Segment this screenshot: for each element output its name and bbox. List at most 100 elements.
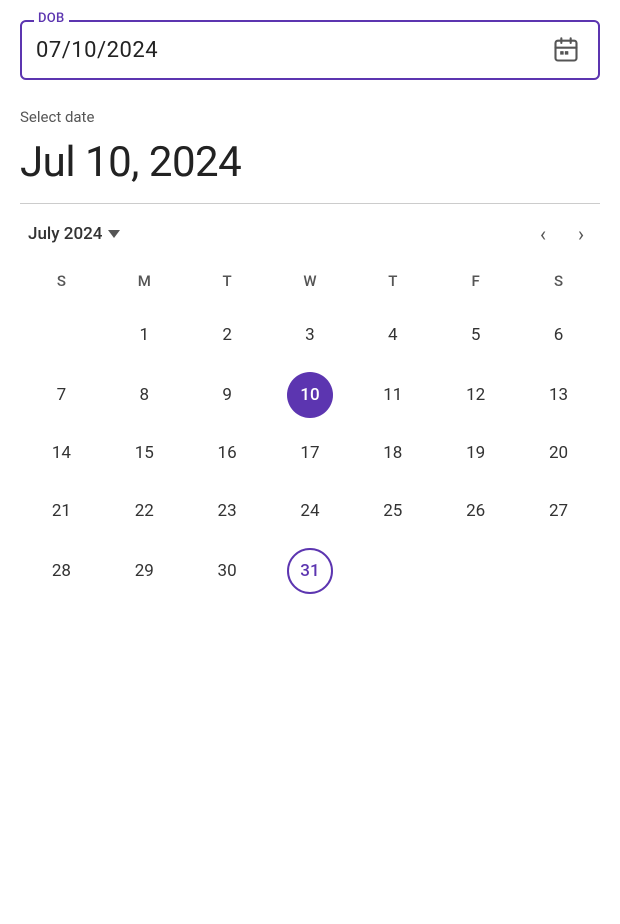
- calendar-icon-button[interactable]: [548, 32, 584, 68]
- calendar-day-cell: 8: [103, 366, 186, 424]
- weekday-wed: W: [269, 268, 352, 304]
- weekday-tue: T: [186, 268, 269, 304]
- day-empty: [453, 546, 499, 592]
- day-button[interactable]: 24: [287, 488, 333, 534]
- calendar-week-row: 21 22 23 24 25 26 27: [20, 482, 600, 540]
- calendar-day-cell: 27: [517, 482, 600, 540]
- day-button[interactable]: 30: [204, 548, 250, 594]
- calendar-day-cell: 23: [186, 482, 269, 540]
- day-button[interactable]: 27: [536, 488, 582, 534]
- calendar-day-cell: 4: [351, 304, 434, 366]
- day-empty: [370, 546, 416, 592]
- day-button[interactable]: 29: [121, 548, 167, 594]
- calendar-day-cell: 24: [269, 482, 352, 540]
- day-button[interactable]: 4: [370, 312, 416, 358]
- day-button[interactable]: 23: [204, 488, 250, 534]
- day-button[interactable]: 3: [287, 312, 333, 358]
- day-button[interactable]: 31: [287, 548, 333, 594]
- calendar-body: 1234567891011121314151617181920212223242…: [20, 304, 600, 602]
- calendar-day-cell: 22: [103, 482, 186, 540]
- nav-arrows: ‹ ›: [532, 220, 592, 248]
- calendar-day-cell: 18: [351, 424, 434, 482]
- day-button[interactable]: 20: [536, 430, 582, 476]
- calendar-day-cell: 11: [351, 366, 434, 424]
- calendar-day-cell: 19: [434, 424, 517, 482]
- calendar-day-cell: 30: [186, 540, 269, 602]
- dob-value: 07/10/2024: [36, 38, 158, 63]
- weekday-thu: T: [351, 268, 434, 304]
- calendar-icon: [552, 36, 580, 64]
- day-button[interactable]: 22: [121, 488, 167, 534]
- day-button[interactable]: 12: [453, 372, 499, 418]
- calendar-day-cell: 1: [103, 304, 186, 366]
- calendar-day-cell: 10: [269, 366, 352, 424]
- day-button[interactable]: 18: [370, 430, 416, 476]
- month-dropdown-button[interactable]: July 2024: [28, 224, 120, 244]
- date-picker: Select date Jul 10, 2024 July 2024 ‹ › S…: [20, 108, 600, 602]
- day-empty: [38, 310, 84, 356]
- calendar-day-cell: 29: [103, 540, 186, 602]
- calendar-day-cell: 26: [434, 482, 517, 540]
- day-button[interactable]: 10: [287, 372, 333, 418]
- day-button[interactable]: 7: [38, 372, 84, 418]
- select-date-label: Select date: [20, 108, 600, 126]
- calendar-week-row: 28 29 30 31: [20, 540, 600, 602]
- calendar-day-cell: 12: [434, 366, 517, 424]
- dob-field-container: DOB 07/10/2024: [20, 20, 600, 80]
- calendar-day-cell: 31: [269, 540, 352, 602]
- day-button[interactable]: 9: [204, 372, 250, 418]
- weekday-sat: S: [517, 268, 600, 304]
- calendar-day-cell: 28: [20, 540, 103, 602]
- day-button[interactable]: 16: [204, 430, 250, 476]
- selected-date-display: Jul 10, 2024: [20, 138, 600, 187]
- calendar-day-cell: 13: [517, 366, 600, 424]
- calendar-day-cell: 14: [20, 424, 103, 482]
- weekday-mon: M: [103, 268, 186, 304]
- dob-label: DOB: [34, 11, 69, 26]
- calendar-grid: S M T W T F S 12345678910111213141516171…: [20, 268, 600, 602]
- dob-input-row: 07/10/2024: [36, 32, 584, 68]
- prev-month-button[interactable]: ‹: [532, 220, 554, 248]
- calendar-day-cell: 20: [517, 424, 600, 482]
- chevron-down-icon: [108, 230, 120, 238]
- day-button[interactable]: 14: [38, 430, 84, 476]
- day-button[interactable]: 2: [204, 312, 250, 358]
- day-button[interactable]: 25: [370, 488, 416, 534]
- day-button[interactable]: 19: [453, 430, 499, 476]
- day-button[interactable]: 6: [536, 312, 582, 358]
- next-month-button[interactable]: ›: [570, 220, 592, 248]
- calendar-day-cell: 16: [186, 424, 269, 482]
- day-button[interactable]: 13: [536, 372, 582, 418]
- calendar-day-cell: 17: [269, 424, 352, 482]
- calendar-day-cell: 25: [351, 482, 434, 540]
- calendar-week-row: 14 15 16 17 18 19 20: [20, 424, 600, 482]
- calendar-day-cell: 2: [186, 304, 269, 366]
- calendar-day-cell: 7: [20, 366, 103, 424]
- day-button[interactable]: 1: [121, 312, 167, 358]
- day-button[interactable]: 5: [453, 312, 499, 358]
- day-button[interactable]: 21: [38, 488, 84, 534]
- calendar-day-cell: 6: [517, 304, 600, 366]
- calendar-day-cell: [517, 540, 600, 602]
- divider: [20, 203, 600, 204]
- calendar-day-cell: 3: [269, 304, 352, 366]
- calendar-day-cell: [351, 540, 434, 602]
- calendar-week-row: 789 10 11 12 13: [20, 366, 600, 424]
- day-empty: [536, 546, 582, 592]
- weekday-header-row: S M T W T F S: [20, 268, 600, 304]
- calendar-header: S M T W T F S: [20, 268, 600, 304]
- day-button[interactable]: 11: [370, 372, 416, 418]
- day-button[interactable]: 17: [287, 430, 333, 476]
- day-button[interactable]: 15: [121, 430, 167, 476]
- day-button[interactable]: 26: [453, 488, 499, 534]
- day-button[interactable]: 28: [38, 548, 84, 594]
- weekday-fri: F: [434, 268, 517, 304]
- calendar-day-cell: 9: [186, 366, 269, 424]
- day-button[interactable]: 8: [121, 372, 167, 418]
- weekday-sun: S: [20, 268, 103, 304]
- calendar-day-cell: 15: [103, 424, 186, 482]
- calendar-day-cell: 21: [20, 482, 103, 540]
- calendar-day-cell: 5: [434, 304, 517, 366]
- month-label: July 2024: [28, 224, 102, 244]
- calendar-week-row: 123456: [20, 304, 600, 366]
